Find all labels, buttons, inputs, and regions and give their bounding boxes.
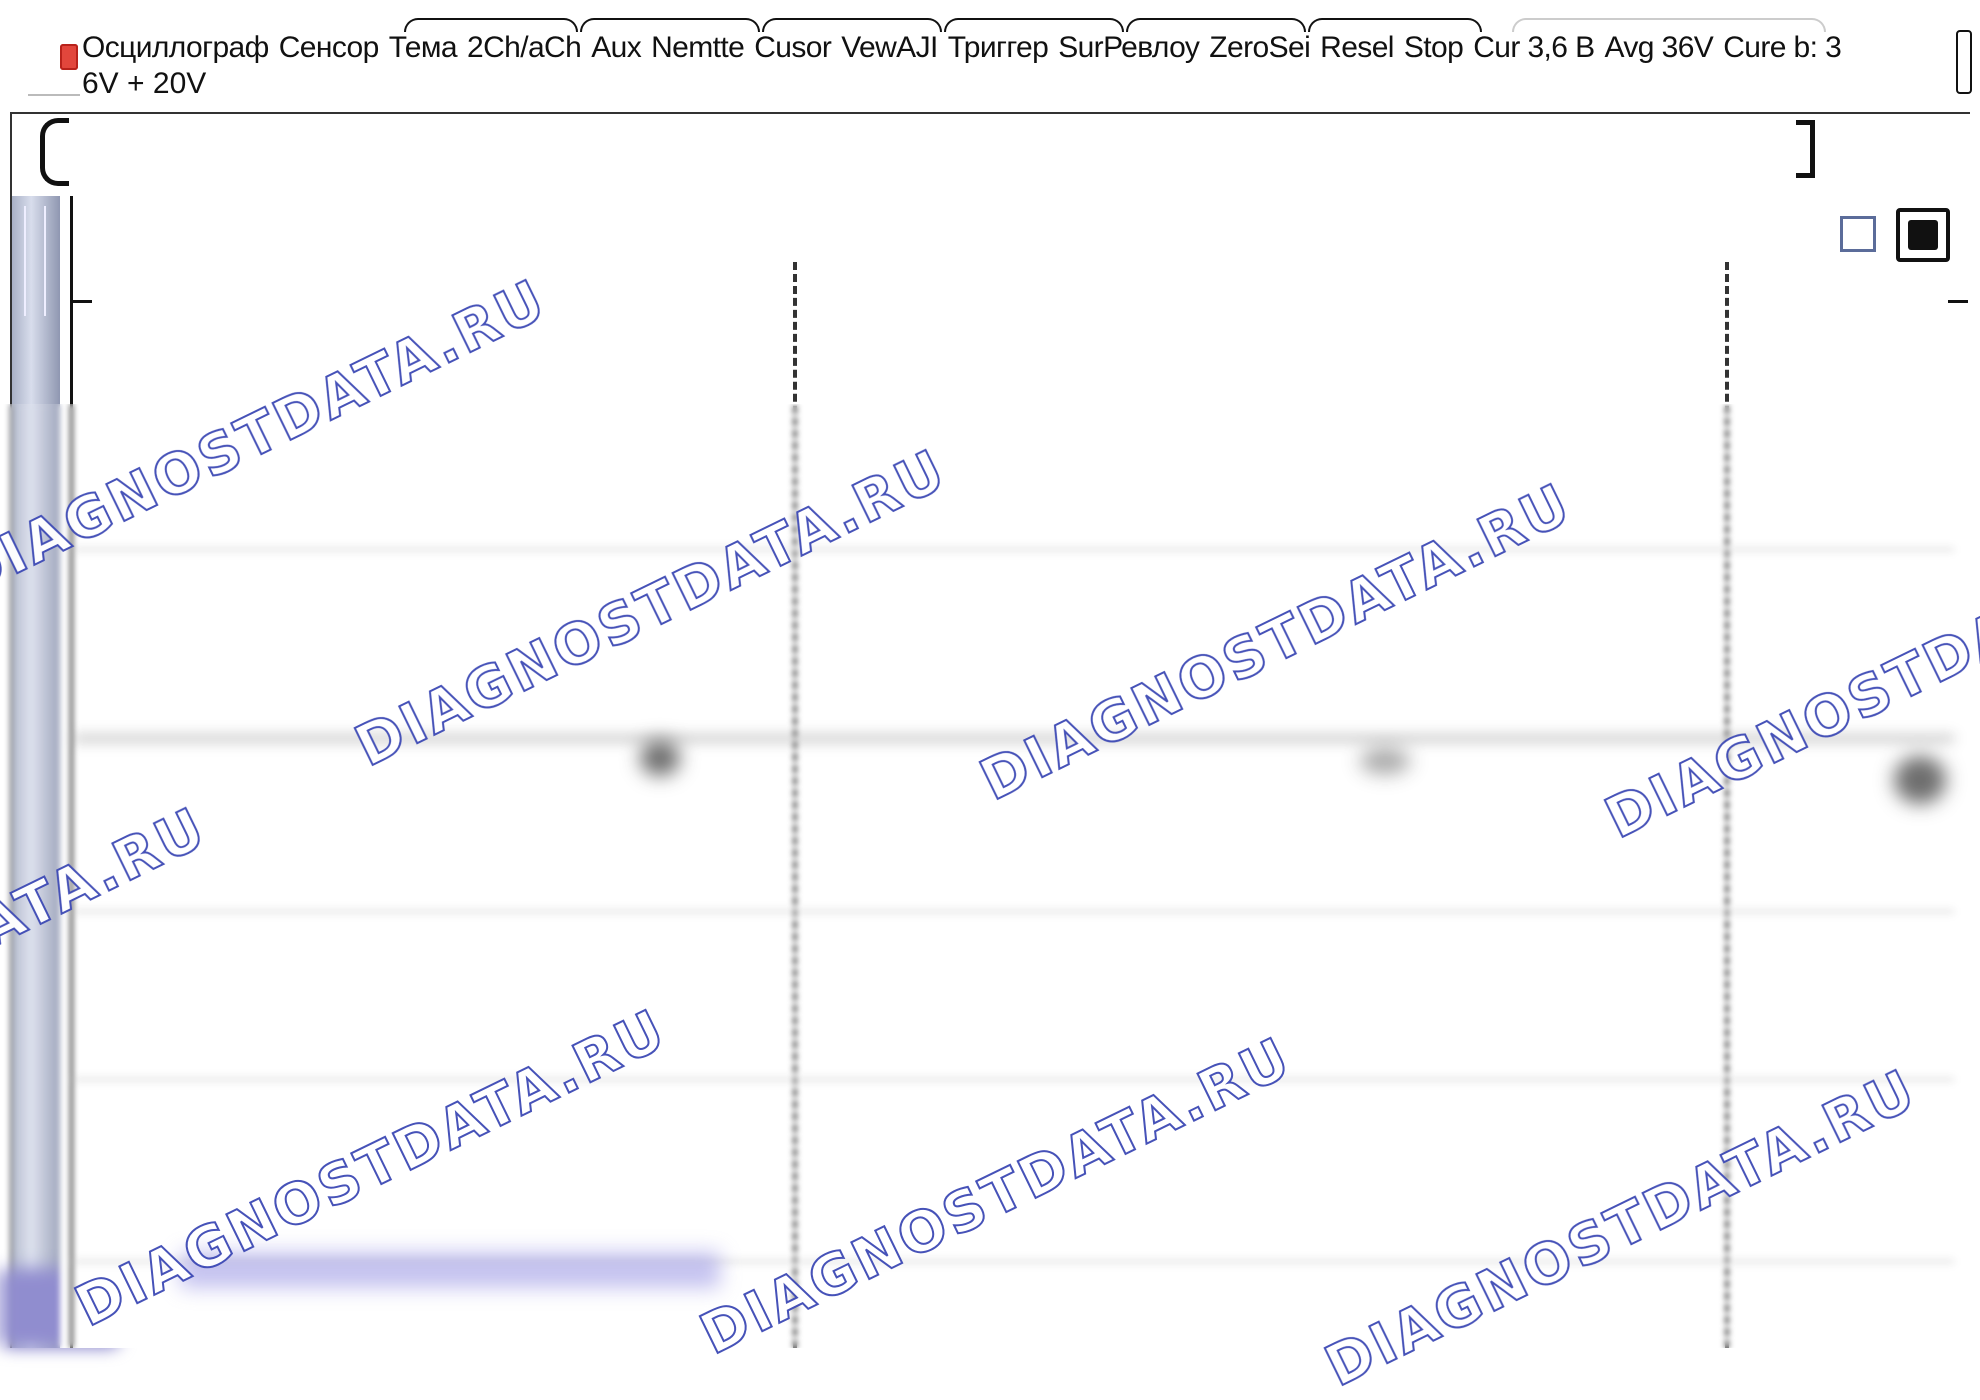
channel-toggle-button[interactable] [1840,216,1876,252]
stop-toggle-button[interactable] [1896,208,1950,262]
y-axis-tick [72,300,92,303]
readout-cure: Cure b: 3 [1723,31,1842,64]
menu-item-cursor[interactable]: Cusor [754,31,832,64]
menu-item-channels[interactable]: 2Ch/aCh [467,31,582,64]
readout-range: 6V + 20V [82,67,207,100]
menu-item-sensor[interactable]: Сенсор [279,31,380,64]
divider [28,94,80,96]
menu-item-aux[interactable]: Aux [591,31,642,64]
menu-item-view[interactable]: VewAJI [841,31,938,64]
menu-item-review[interactable]: SurРевлоу [1058,31,1200,64]
left-bracket-icon [40,118,69,186]
menu-bar: Осциллограф Сенсор Тема 2Ch/aCh Aux Nemtte Cus… [0,0,1980,112]
right-axis-tick [1948,300,1968,303]
scrollbar-handle[interactable] [1956,30,1972,94]
menu-items: Осциллограф Сенсор Тема 2Ch/aCh Aux Nemtte Cus… [82,30,1851,66]
readout-cur: Cur 3,6 В [1473,31,1595,64]
readout-avg: Avg 36V [1604,31,1714,64]
menu-item-reset[interactable]: Resel [1320,31,1394,64]
menu-item-theme[interactable]: Тема [389,31,458,64]
right-bracket-icon [1796,120,1815,178]
menu-item-oscilloscope[interactable]: Осциллограф [82,31,269,64]
menu-item-zero-set[interactable]: ZeroSei [1209,31,1310,64]
menu-item-trigger[interactable]: Триггер [948,31,1049,64]
app-icon [60,44,78,70]
menu-item-stop[interactable]: Stop [1404,31,1464,64]
menu-item-nemtte[interactable]: Nemtte [651,31,745,64]
